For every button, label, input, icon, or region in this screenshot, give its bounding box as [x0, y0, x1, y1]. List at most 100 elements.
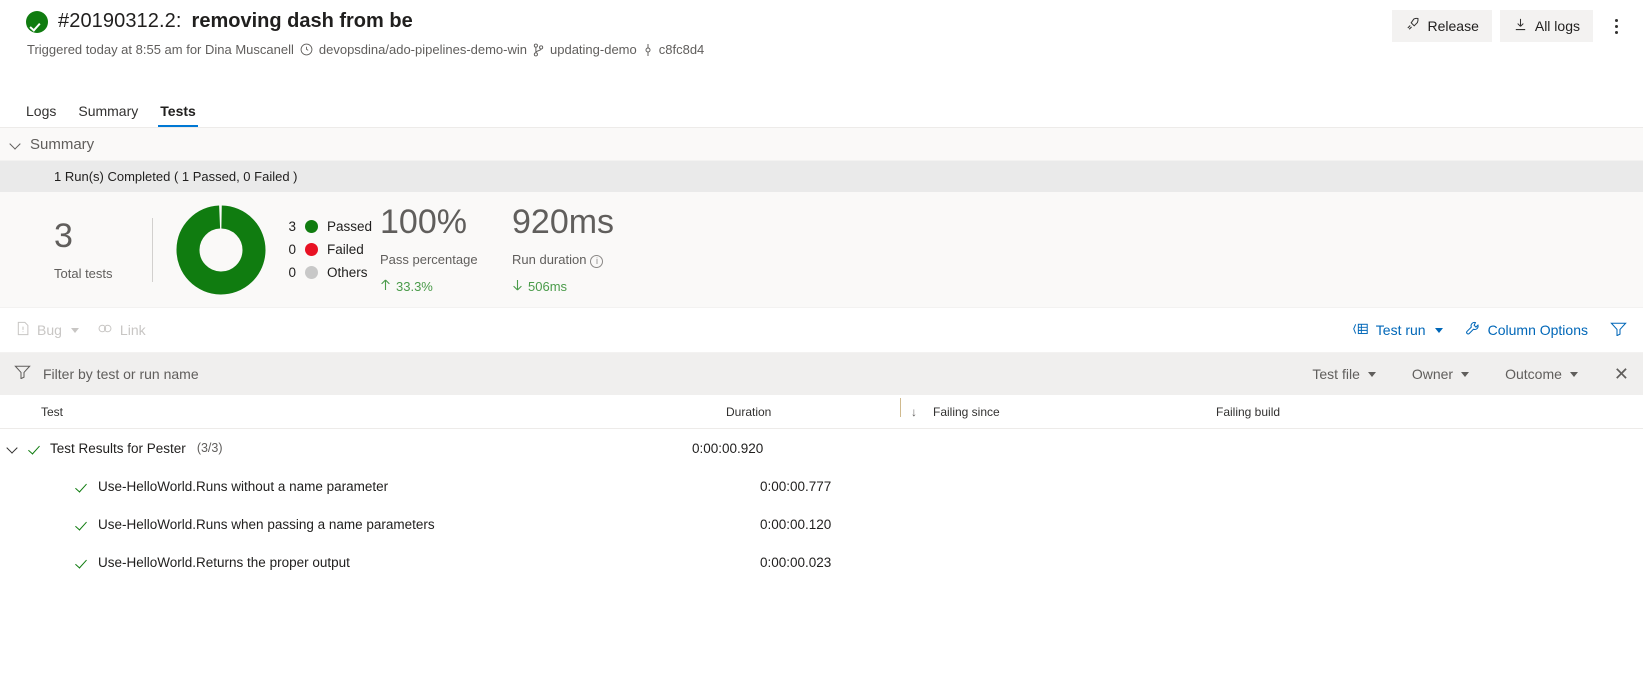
filter-icon [1610, 321, 1627, 339]
outcome-donut-chart: 3 Passed 0 Failed 0 Others [175, 204, 380, 296]
test-results-grid: Test Duration ↓ Failing since Failing bu… [0, 395, 1643, 581]
results-toolbar: Bug Link Test run Column Options [0, 308, 1643, 353]
wrench-icon [1465, 321, 1481, 339]
bug-button[interactable]: Bug [16, 321, 79, 339]
filter-bar: Test file Owner Outcome ✕ [0, 353, 1643, 395]
donut-svg [176, 204, 266, 294]
test-file-filter[interactable]: Test file [1312, 366, 1376, 382]
passed-check-icon [75, 480, 88, 493]
chevron-down-icon [10, 138, 22, 150]
repo-link[interactable]: devopsdina/ado-pipelines-demo-win [319, 42, 527, 57]
legend-item-others: 0 Others [287, 265, 372, 280]
filter-icon [14, 364, 31, 384]
commit-icon [643, 43, 653, 57]
legend-count-passed: 3 [288, 219, 296, 234]
release-button[interactable]: Release [1392, 10, 1492, 42]
filter-input[interactable] [41, 365, 361, 383]
run-duration-value: 920ms [512, 202, 615, 241]
runs-completed-text: 1 Run(s) Completed ( 1 Passed, 0 Failed … [0, 161, 1643, 192]
close-icon[interactable]: ✕ [1614, 365, 1629, 383]
pass-percentage-trend-value: 33.3% [396, 278, 433, 294]
run-duration-trend-value: 506ms [528, 279, 568, 294]
link-button-label: Link [119, 322, 146, 338]
pass-percentage-value: 100% [380, 203, 467, 241]
total-tests-value: 3 [54, 216, 73, 255]
chevron-down-icon [1434, 327, 1443, 333]
legend-item-failed: 0 Failed [287, 242, 372, 257]
duration-cell: 0:00:00.023 [760, 554, 832, 570]
run-duration-label: Run duration i [512, 252, 644, 268]
legend-item-passed: 3 Passed [287, 219, 372, 234]
table-row[interactable]: Use-HelloWorld.Runs without a name param… [0, 467, 1643, 505]
filter-toggle-button[interactable] [1610, 321, 1627, 339]
tab-tests[interactable]: Tests [158, 104, 198, 127]
tab-bar: Logs Summary Tests [0, 88, 1643, 128]
link-icon [97, 321, 113, 339]
summary-section-label: Summary [30, 135, 95, 153]
bug-work-item-icon [16, 321, 30, 339]
column-options-button[interactable]: Column Options [1465, 321, 1588, 339]
outcome-filter-label: Outcome [1505, 366, 1562, 382]
column-header-test[interactable]: Test [41, 405, 726, 419]
info-icon[interactable]: i [590, 254, 604, 268]
test-name-cell: Use-HelloWorld.Returns the proper output [75, 555, 760, 570]
test-name-cell: Use-HelloWorld.Runs when passing a name … [75, 517, 760, 532]
owner-filter-label: Owner [1411, 366, 1454, 382]
owner-filter[interactable]: Owner [1411, 366, 1470, 382]
release-button-label: Release [1427, 18, 1479, 34]
summary-stats: 3 Total tests 3 Passed 0 Failed 0 Others [0, 192, 1643, 308]
more-vertical-icon[interactable] [1603, 11, 1629, 41]
test-run-grouping-button[interactable]: Test run [1352, 322, 1443, 339]
arrow-down-icon [512, 279, 523, 295]
column-header-failing-since[interactable]: Failing since [933, 405, 1216, 419]
chevron-down-icon [1569, 371, 1578, 377]
passed-check-icon [75, 556, 88, 569]
column-header-failing-build[interactable]: Failing build [1216, 405, 1516, 419]
all-logs-button[interactable]: All logs [1499, 10, 1593, 42]
total-tests-label: Total tests [54, 265, 113, 281]
legend-count-others: 0 [288, 265, 296, 280]
pass-percentage-label: Pass percentage [380, 252, 478, 267]
link-button[interactable]: Link [97, 321, 146, 339]
bug-button-label: Bug [37, 322, 62, 338]
branch-icon [533, 43, 544, 57]
donut-legend: 3 Passed 0 Failed 0 Others [287, 219, 372, 280]
chevron-down-icon [1461, 371, 1470, 377]
legend-count-failed: 0 [288, 242, 296, 257]
summary-section-header[interactable]: Summary [0, 128, 1643, 161]
group-count: (3/3) [196, 441, 223, 455]
build-number: #20190312.2: [58, 10, 182, 32]
build-metadata: Triggered today at 8:55 am for Dina Musc… [27, 42, 1627, 57]
outcome-filter[interactable]: Outcome [1505, 366, 1578, 382]
pass-percentage-stat: 100% Pass percentage 33.3% [380, 205, 512, 294]
page-title: removing dash from be [191, 10, 413, 32]
sort-descending-icon[interactable]: ↓ [911, 405, 933, 419]
test-run-label: Test run [1375, 322, 1426, 338]
column-options-label: Column Options [1487, 322, 1588, 338]
test-file-filter-label: Test file [1312, 366, 1360, 382]
table-row[interactable]: Use-HelloWorld.Returns the proper output… [0, 543, 1643, 581]
all-logs-button-label: All logs [1534, 18, 1580, 34]
tab-summary[interactable]: Summary [78, 104, 138, 127]
duration-cell: 0:00:00.120 [760, 516, 832, 532]
download-icon [1513, 17, 1528, 35]
chevron-down-icon [70, 327, 79, 333]
title-row: #20190312.2: removing dash from be [26, 10, 1627, 33]
duration-cell: 0:00:00.920 [692, 440, 764, 456]
test-run-icon [1352, 322, 1369, 339]
arrow-up-icon [380, 278, 391, 294]
rocket-icon [1405, 17, 1420, 35]
column-header-duration[interactable]: Duration [726, 397, 911, 419]
run-duration-trend: 506ms [512, 279, 644, 295]
failed-dot-icon [305, 243, 318, 256]
passed-check-icon [75, 518, 88, 531]
expand-collapse-chevron-icon[interactable] [7, 442, 19, 454]
table-row[interactable]: Test Results for Pester (3/3) 0:00:00.92… [0, 429, 1643, 467]
test-name-cell: Use-HelloWorld.Runs without a name param… [75, 479, 760, 494]
tab-logs[interactable]: Logs [26, 104, 56, 127]
triggered-text: Triggered today at 8:55 am for Dina Musc… [27, 42, 294, 57]
commit-link[interactable]: c8fc8d4 [659, 42, 705, 57]
table-row[interactable]: Use-HelloWorld.Runs when passing a name … [0, 505, 1643, 543]
run-duration-stat: 920ms Run duration i 506ms [512, 205, 644, 295]
branch-link[interactable]: updating-demo [550, 42, 637, 57]
